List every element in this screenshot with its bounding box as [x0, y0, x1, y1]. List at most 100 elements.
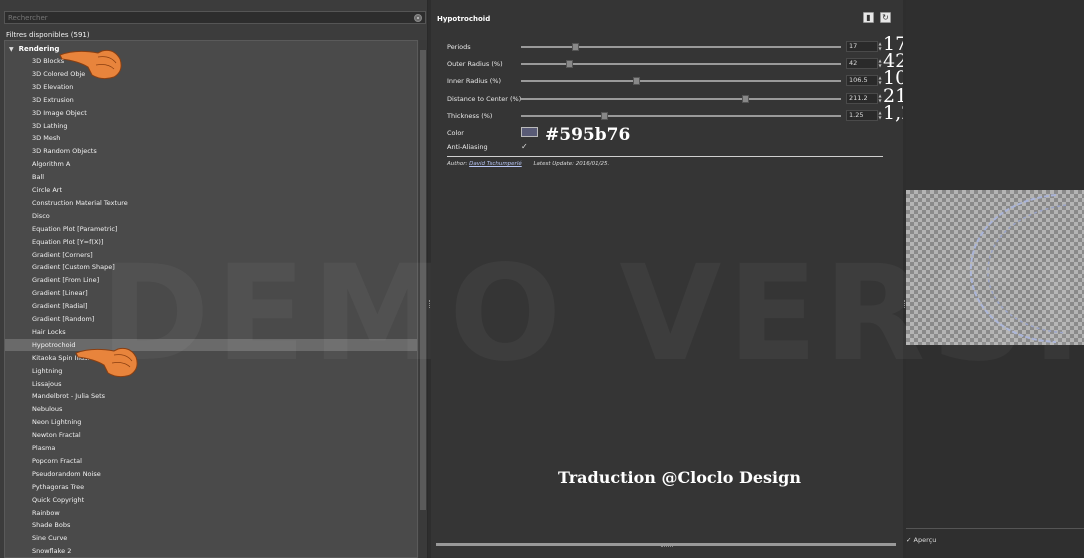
- filter-item[interactable]: Neon Lightning: [5, 416, 417, 428]
- param-value-input[interactable]: 42: [846, 58, 878, 69]
- param-label: Periods: [447, 43, 471, 51]
- antialiasing-label: Anti-Aliasing: [447, 143, 488, 151]
- param-slider[interactable]: [521, 77, 841, 85]
- slider-thumb[interactable]: [742, 95, 749, 103]
- filter-item[interactable]: Kitaoka Spin Illusion: [5, 352, 417, 364]
- filter-item[interactable]: Shade Bobs: [5, 519, 417, 531]
- search-input[interactable]: [5, 12, 425, 23]
- filter-item[interactable]: Gradient [Random]: [5, 313, 417, 325]
- filter-item[interactable]: Circle Art: [5, 184, 417, 196]
- filter-item[interactable]: Gradient [Linear]: [5, 287, 417, 299]
- filter-item[interactable]: Pythagoras Tree: [5, 481, 417, 493]
- color-label: Color: [447, 129, 464, 137]
- filter-item[interactable]: Hypotrochoid: [5, 338, 417, 351]
- filter-item[interactable]: Mandelbrot - Julia Sets: [5, 390, 417, 402]
- filter-item[interactable]: Sine Curve: [5, 532, 417, 544]
- filter-item[interactable]: Lightning: [5, 365, 417, 377]
- splitter-grip-icon[interactable]: [904, 300, 905, 308]
- filter-browser-panel: Filtres disponibles (591) ▼ Rendering 3D…: [0, 0, 428, 558]
- expand-arrow-icon[interactable]: ▼: [9, 46, 14, 53]
- category-label: Rendering: [18, 45, 60, 53]
- filter-title: Hypotrochoid: [437, 15, 491, 23]
- translation-credit: Traduction @Cloclo Design: [558, 468, 801, 487]
- filter-item[interactable]: Nebulous: [5, 403, 417, 415]
- filter-item[interactable]: 3D Blocks: [5, 55, 417, 67]
- scrollbar-thumb[interactable]: [420, 50, 426, 510]
- color-swatch-button[interactable]: [521, 127, 538, 137]
- filter-item[interactable]: 3D Mesh: [5, 132, 417, 144]
- filter-item[interactable]: 3D Elevation: [5, 81, 417, 93]
- param-label: Thickness (%): [447, 112, 493, 120]
- filter-list-scrollbar[interactable]: [419, 40, 427, 558]
- filter-item[interactable]: 3D Random Objects: [5, 145, 417, 157]
- param-slider[interactable]: [521, 43, 841, 51]
- filter-item[interactable]: 3D Image Object: [5, 107, 417, 119]
- filter-item[interactable]: Quick Copyright: [5, 494, 417, 506]
- param-row: Periods 17 ▲ ▼ 17: [431, 34, 907, 54]
- antialiasing-checkbox[interactable]: ✓: [521, 142, 528, 151]
- param-value-input[interactable]: 211.2: [846, 93, 878, 104]
- slider-thumb[interactable]: [572, 43, 580, 51]
- divider: [447, 156, 883, 157]
- param-value-input[interactable]: 1.25: [846, 110, 878, 121]
- filter-item[interactable]: Rainbow: [5, 507, 417, 519]
- preview-label: Aperçu: [913, 536, 937, 544]
- filter-item[interactable]: Hair Locks: [5, 326, 417, 338]
- param-row: Distance to Center (%)211.2▲▼211,2: [431, 86, 937, 106]
- filter-item[interactable]: Pseudorandom Noise: [5, 468, 417, 480]
- filter-item[interactable]: Popcorn Fractal: [5, 455, 417, 467]
- splitter-grip-icon[interactable]: [429, 300, 430, 308]
- param-slider[interactable]: [521, 60, 841, 68]
- filter-list: ▼ Rendering 3D Blocks 3D Colored Obje 3D E…: [4, 40, 418, 558]
- param-row: Inner Radius (%)106.5▲▼106,2: [431, 68, 937, 88]
- filter-item[interactable]: Equation Plot [Y=f(X)]: [5, 236, 417, 248]
- preview-panel: ✓ Aperçu: [906, 0, 1084, 558]
- copy-icon: ▮: [866, 13, 871, 22]
- param-label: Inner Radius (%): [447, 77, 502, 85]
- slider-thumb[interactable]: [601, 112, 609, 120]
- param-value-input[interactable]: 17: [846, 41, 878, 52]
- reset-button[interactable]: ↻: [880, 12, 891, 23]
- filter-item[interactable]: Lissajous: [5, 378, 417, 390]
- param-row: Outer Radius (%) 42 ▲ ▼ 42: [431, 51, 907, 71]
- filter-item[interactable]: Construction Material Texture: [5, 197, 417, 209]
- param-slider[interactable]: [521, 112, 841, 120]
- divider: [906, 528, 1084, 529]
- filter-item[interactable]: Gradient [From Line]: [5, 274, 417, 286]
- param-label: Distance to Center (%): [447, 95, 522, 103]
- reset-icon: ↻: [882, 13, 889, 22]
- preview-toggle[interactable]: ✓ Aperçu: [906, 536, 936, 544]
- author-line: Author: David Tschumperlé Latest Update:…: [447, 161, 609, 167]
- preview-canvas[interactable]: [906, 190, 1084, 345]
- param-slider[interactable]: [521, 95, 841, 103]
- splitter-grip-icon[interactable]: [661, 546, 673, 547]
- filter-settings-panel: Hypotrochoid ▮ ↻ Periods 17 ▲ ▼ 17 Outer Radi…: [431, 0, 937, 558]
- filter-item[interactable]: Disco: [5, 210, 417, 222]
- filter-item[interactable]: 3D Colored Obje: [5, 68, 417, 80]
- color-annotation: #595b76: [545, 125, 631, 145]
- update-text: Latest Update: 2016/01/25.: [533, 161, 610, 167]
- filter-item[interactable]: Gradient [Custom Shape]: [5, 261, 417, 273]
- copy-button[interactable]: ▮: [863, 12, 874, 23]
- filter-item[interactable]: 3D Lathing: [5, 120, 417, 132]
- filter-item[interactable]: Algorithm A: [5, 158, 417, 170]
- author-label: Author:: [447, 161, 468, 167]
- filter-item[interactable]: 3D Extrusion: [5, 94, 417, 106]
- param-label: Outer Radius (%): [447, 60, 503, 68]
- preview-curve: [969, 194, 1067, 343]
- filter-item[interactable]: Ball: [5, 171, 417, 183]
- filter-item[interactable]: Equation Plot [Parametric]: [5, 223, 417, 235]
- search-box: [4, 11, 426, 24]
- param-value-input[interactable]: 106.5: [846, 75, 878, 86]
- category-rendering[interactable]: ▼ Rendering: [9, 44, 59, 54]
- search-icon[interactable]: [414, 14, 422, 22]
- filter-item[interactable]: Newton Fractal: [5, 429, 417, 441]
- filter-item[interactable]: Plasma: [5, 442, 417, 454]
- slider-thumb[interactable]: [566, 60, 573, 68]
- filter-item[interactable]: Snowflake 2: [5, 545, 417, 557]
- author-link[interactable]: David Tschumperlé: [469, 161, 522, 167]
- param-row: Thickness (%)1.25▲▼1,25: [431, 103, 925, 123]
- filter-item[interactable]: Gradient [Radial]: [5, 300, 417, 312]
- slider-thumb[interactable]: [633, 77, 641, 85]
- filter-item[interactable]: Gradient [Corners]: [5, 249, 417, 261]
